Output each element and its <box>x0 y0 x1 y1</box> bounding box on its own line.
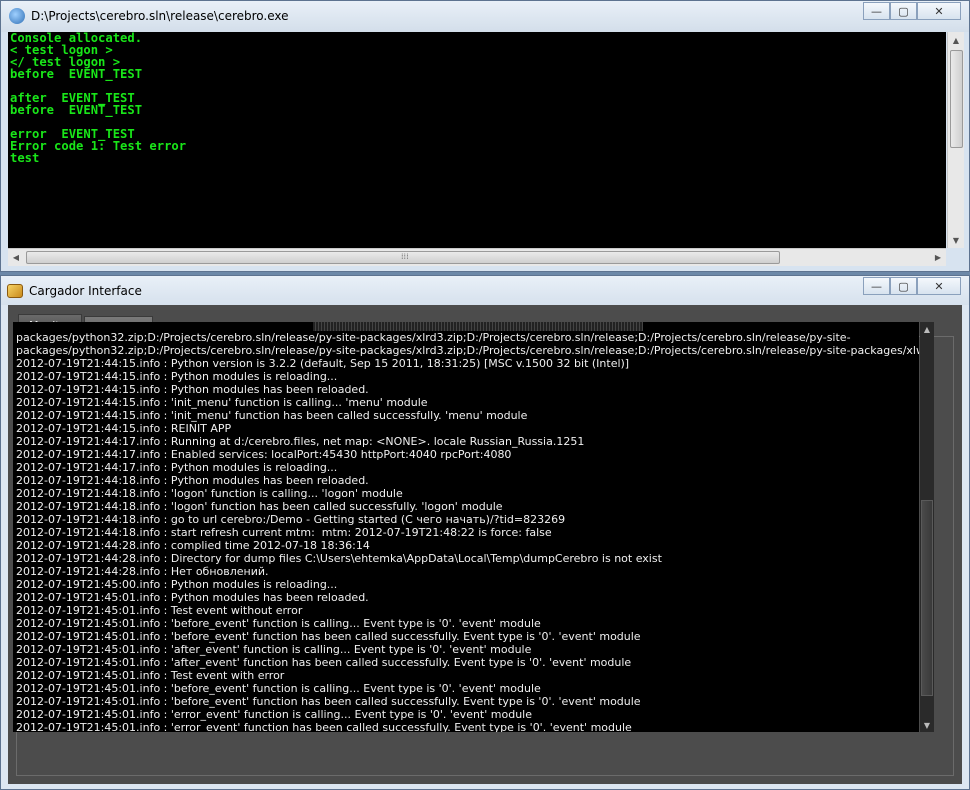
scroll-grip-icon: ⁞⁞⁞ <box>401 252 409 261</box>
clipped-log-line <box>313 322 643 331</box>
log-line: 2012-07-19T21:45:01.info : 'error_event'… <box>16 708 532 721</box>
console-window-controls: — ▢ ✕ <box>863 2 961 20</box>
log-line: 2012-07-19T21:45:01.info : Test event wi… <box>16 604 303 617</box>
log-line: 2012-07-19T21:44:17.info : Running at d:… <box>16 435 585 448</box>
log-line: 2012-07-19T21:44:17.info : Enabled servi… <box>16 448 512 461</box>
log-line: 2012-07-19T21:45:01.info : Python module… <box>16 591 369 604</box>
log-line: 2012-07-19T21:45:01.info : 'after_event'… <box>16 643 532 656</box>
log-line: 2012-07-19T21:44:15.info : Python module… <box>16 383 369 396</box>
close-button[interactable]: ✕ <box>917 2 961 20</box>
log-line: 2012-07-19T21:44:15.info : 'init_menu' f… <box>16 396 428 409</box>
scroll-up-arrow-icon[interactable]: ▲ <box>920 322 934 336</box>
log-line: 2012-07-19T21:44:28.info : Нет обновлени… <box>16 565 269 578</box>
scroll-down-arrow-icon[interactable]: ▼ <box>949 233 963 247</box>
log-line: packages/python32.zip;D:/Projects/cerebr… <box>16 344 919 357</box>
scroll-down-arrow-icon[interactable]: ▼ <box>920 718 934 732</box>
log-line: 2012-07-19T21:45:01.info : 'after_event'… <box>16 656 632 669</box>
minimize-button[interactable]: — <box>863 2 890 20</box>
log-line: 2012-07-19T21:45:01.info : 'before_event… <box>16 630 641 643</box>
log-line: 2012-07-19T21:44:18.info : 'logon' funct… <box>16 487 403 500</box>
console-line: Error code 1: Test error <box>10 139 187 153</box>
log-line: 2012-07-19T21:45:01.info : 'before_event… <box>16 617 541 630</box>
scroll-right-arrow-icon[interactable]: ▶ <box>931 250 945 264</box>
console-vscroll-thumb[interactable] <box>950 50 963 148</box>
console-window: D:\Projects\cerebro.sln\release\cerebro.… <box>0 0 970 272</box>
cargador-window: Cargador Interface — ▢ ✕ Monitor Archivi… <box>0 275 970 790</box>
log-line: 2012-07-19T21:44:15.info : 'init_menu' f… <box>16 409 528 422</box>
log-line: 2012-07-19T21:45:01.info : 'error_event'… <box>16 721 632 732</box>
console-line: < test logon > <box>10 43 113 57</box>
log-vscroll-thumb[interactable] <box>921 500 933 696</box>
log-line: 2012-07-19T21:45:01.info : 'before_event… <box>16 682 541 695</box>
console-line: test <box>10 151 40 165</box>
log-line: 2012-07-19T21:44:28.info : Directory for… <box>16 552 662 565</box>
console-vertical-scrollbar[interactable]: ▲ ▼ <box>947 32 964 248</box>
cargador-titlebar[interactable]: Cargador Interface — ▢ ✕ <box>1 276 969 305</box>
console-line: before EVENT_TEST <box>10 103 143 117</box>
log-line: 2012-07-19T21:44:15.info : REINIT APP <box>16 422 232 435</box>
log-line: 2012-07-19T21:44:28.info : complied time… <box>16 539 370 552</box>
console-line: Console allocated. <box>10 32 143 45</box>
monitor-log[interactable]: packages/python32.zip;D:/Projects/cerebr… <box>13 322 919 732</box>
log-line: 2012-07-19T21:44:15.info : Python module… <box>16 370 338 383</box>
scroll-left-arrow-icon[interactable]: ◀ <box>9 250 23 264</box>
console-horizontal-scrollbar[interactable]: ◀ ⁞⁞⁞ ▶ <box>8 248 946 266</box>
log-line: 2012-07-19T21:44:15.info : Python versio… <box>16 357 630 370</box>
log-line: 2012-07-19T21:45:00.info : Python module… <box>16 578 338 591</box>
minimize-button[interactable]: — <box>863 277 890 295</box>
console-output[interactable]: Console allocated. < test logon > </ tes… <box>8 32 946 248</box>
cargador-window-title: Cargador Interface <box>29 284 142 298</box>
console-line: before EVENT_TEST <box>10 67 143 81</box>
log-line: 2012-07-19T21:44:18.info : 'logon' funct… <box>16 500 503 513</box>
log-line: 2012-07-19T21:44:17.info : Python module… <box>16 461 338 474</box>
log-line: 2012-07-19T21:44:18.info : start refresh… <box>16 526 552 539</box>
log-line: 2012-07-19T21:45:01.info : 'before_event… <box>16 695 641 708</box>
console-line: after EVENT_TEST <box>10 91 135 105</box>
cerebro-app-icon <box>9 8 25 24</box>
scroll-up-arrow-icon[interactable]: ▲ <box>949 33 963 47</box>
close-button[interactable]: ✕ <box>917 277 961 295</box>
maximize-button[interactable]: ▢ <box>890 277 917 295</box>
cargador-window-controls: — ▢ ✕ <box>863 277 961 295</box>
maximize-button[interactable]: ▢ <box>890 2 917 20</box>
console-line: </ test logon > <box>10 55 121 69</box>
console-titlebar[interactable]: D:\Projects\cerebro.sln\release\cerebro.… <box>1 1 969 32</box>
log-line: 2012-07-19T21:44:18.info : Python module… <box>16 474 369 487</box>
log-line: 2012-07-19T21:45:01.info : Test event wi… <box>16 669 285 682</box>
cargador-app-icon <box>7 284 23 298</box>
log-vertical-scrollbar[interactable]: ▲ ▼ <box>920 322 934 732</box>
log-line: 2012-07-19T21:44:18.info : go to url cer… <box>16 513 566 526</box>
console-window-title: D:\Projects\cerebro.sln\release\cerebro.… <box>31 9 289 23</box>
log-line: packages/python32.zip;D:/Projects/cerebr… <box>16 331 851 344</box>
